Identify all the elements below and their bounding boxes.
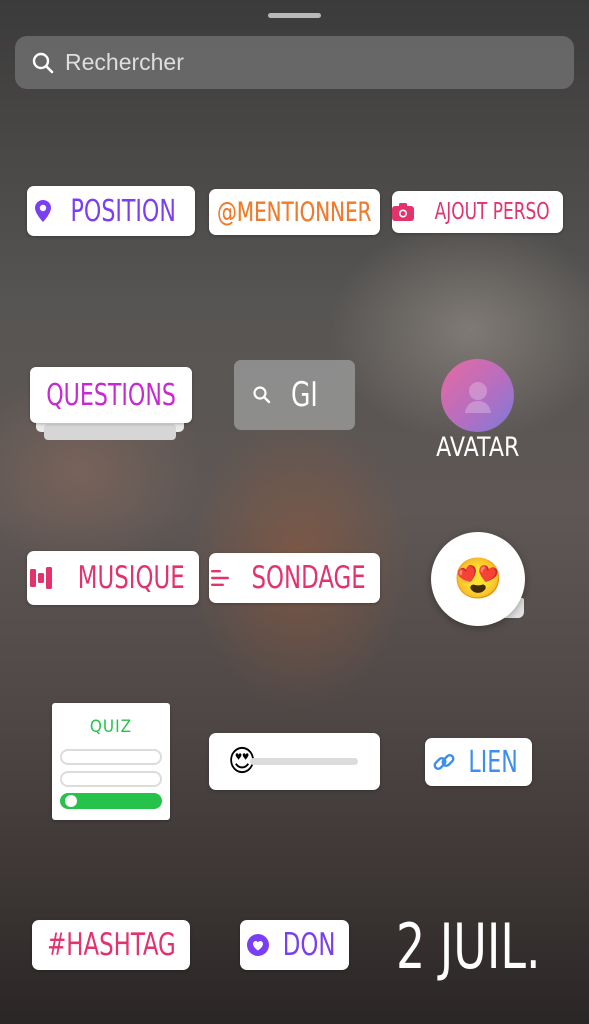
search-icon — [32, 52, 54, 73]
sticker-avatar-label: AVATAR — [435, 432, 520, 463]
quiz-option-correct — [60, 793, 162, 809]
sticker-musique[interactable]: MUSIQUE — [27, 551, 199, 605]
sticker-musique-label: MUSIQUE — [77, 560, 185, 596]
sticker-ajout-perso[interactable]: AJOUT PERSO — [392, 191, 563, 233]
camera-icon — [392, 203, 415, 221]
heart-circle-icon — [247, 934, 270, 956]
quiz-option — [60, 771, 162, 787]
sticker-quiz-label: QUIZ — [89, 717, 133, 737]
sticker-position-label: POSITION — [70, 193, 176, 229]
slider-track — [250, 758, 359, 765]
sticker-don-label: DON — [283, 927, 336, 963]
avatar-silhouette-icon — [464, 381, 491, 413]
sticker-date[interactable]: 2 JUIL. — [396, 910, 589, 983]
search-icon — [253, 386, 271, 404]
sticker-quiz[interactable]: QUIZ — [52, 703, 170, 820]
sticker-gif-search[interactable]: GI — [234, 360, 355, 430]
sheet-drag-handle[interactable] — [268, 13, 321, 18]
questions-card-shadow-back — [44, 424, 176, 440]
sticker-avatar[interactable] — [441, 359, 514, 432]
sticker-sondage[interactable]: SONDAGE — [209, 553, 380, 603]
sticker-gif-label: GI — [290, 375, 318, 415]
location-pin-icon — [34, 200, 51, 222]
sticker-ajout-perso-label: AJOUT PERSO — [434, 199, 551, 225]
sticker-hashtag-label: #HASHTAG — [46, 927, 176, 963]
sticker-sondage-label: SONDAGE — [251, 560, 366, 596]
music-bars-icon — [29, 567, 58, 589]
heart-eyes-emoji-icon: 😍 — [453, 557, 503, 601]
sticker-emoji-reaction[interactable]: 😍 — [431, 532, 525, 626]
quiz-option — [60, 749, 162, 765]
sticker-questions-label: QUESTIONS — [46, 377, 176, 413]
poll-lines-icon — [210, 569, 231, 587]
checkmark-icon — [65, 795, 77, 807]
sticker-hashtag[interactable]: #HASHTAG — [32, 920, 190, 970]
sticker-date-label: 2 JUIL. — [396, 910, 541, 983]
sticker-lien-label: LIEN — [468, 744, 519, 780]
link-icon — [433, 751, 455, 773]
sticker-lien[interactable]: LIEN — [425, 738, 532, 786]
sticker-emoji-slider[interactable]: 😍 — [209, 733, 380, 790]
search-input[interactable] — [65, 49, 535, 76]
sticker-position[interactable]: POSITION — [27, 186, 195, 236]
sticker-don[interactable]: DON — [240, 920, 349, 970]
search-bar[interactable] — [15, 36, 574, 89]
sticker-questions[interactable]: QUESTIONS — [30, 367, 192, 423]
sticker-mention[interactable]: @MENTIONNER — [209, 189, 380, 235]
sticker-mention-label: @MENTIONNER — [217, 196, 372, 228]
